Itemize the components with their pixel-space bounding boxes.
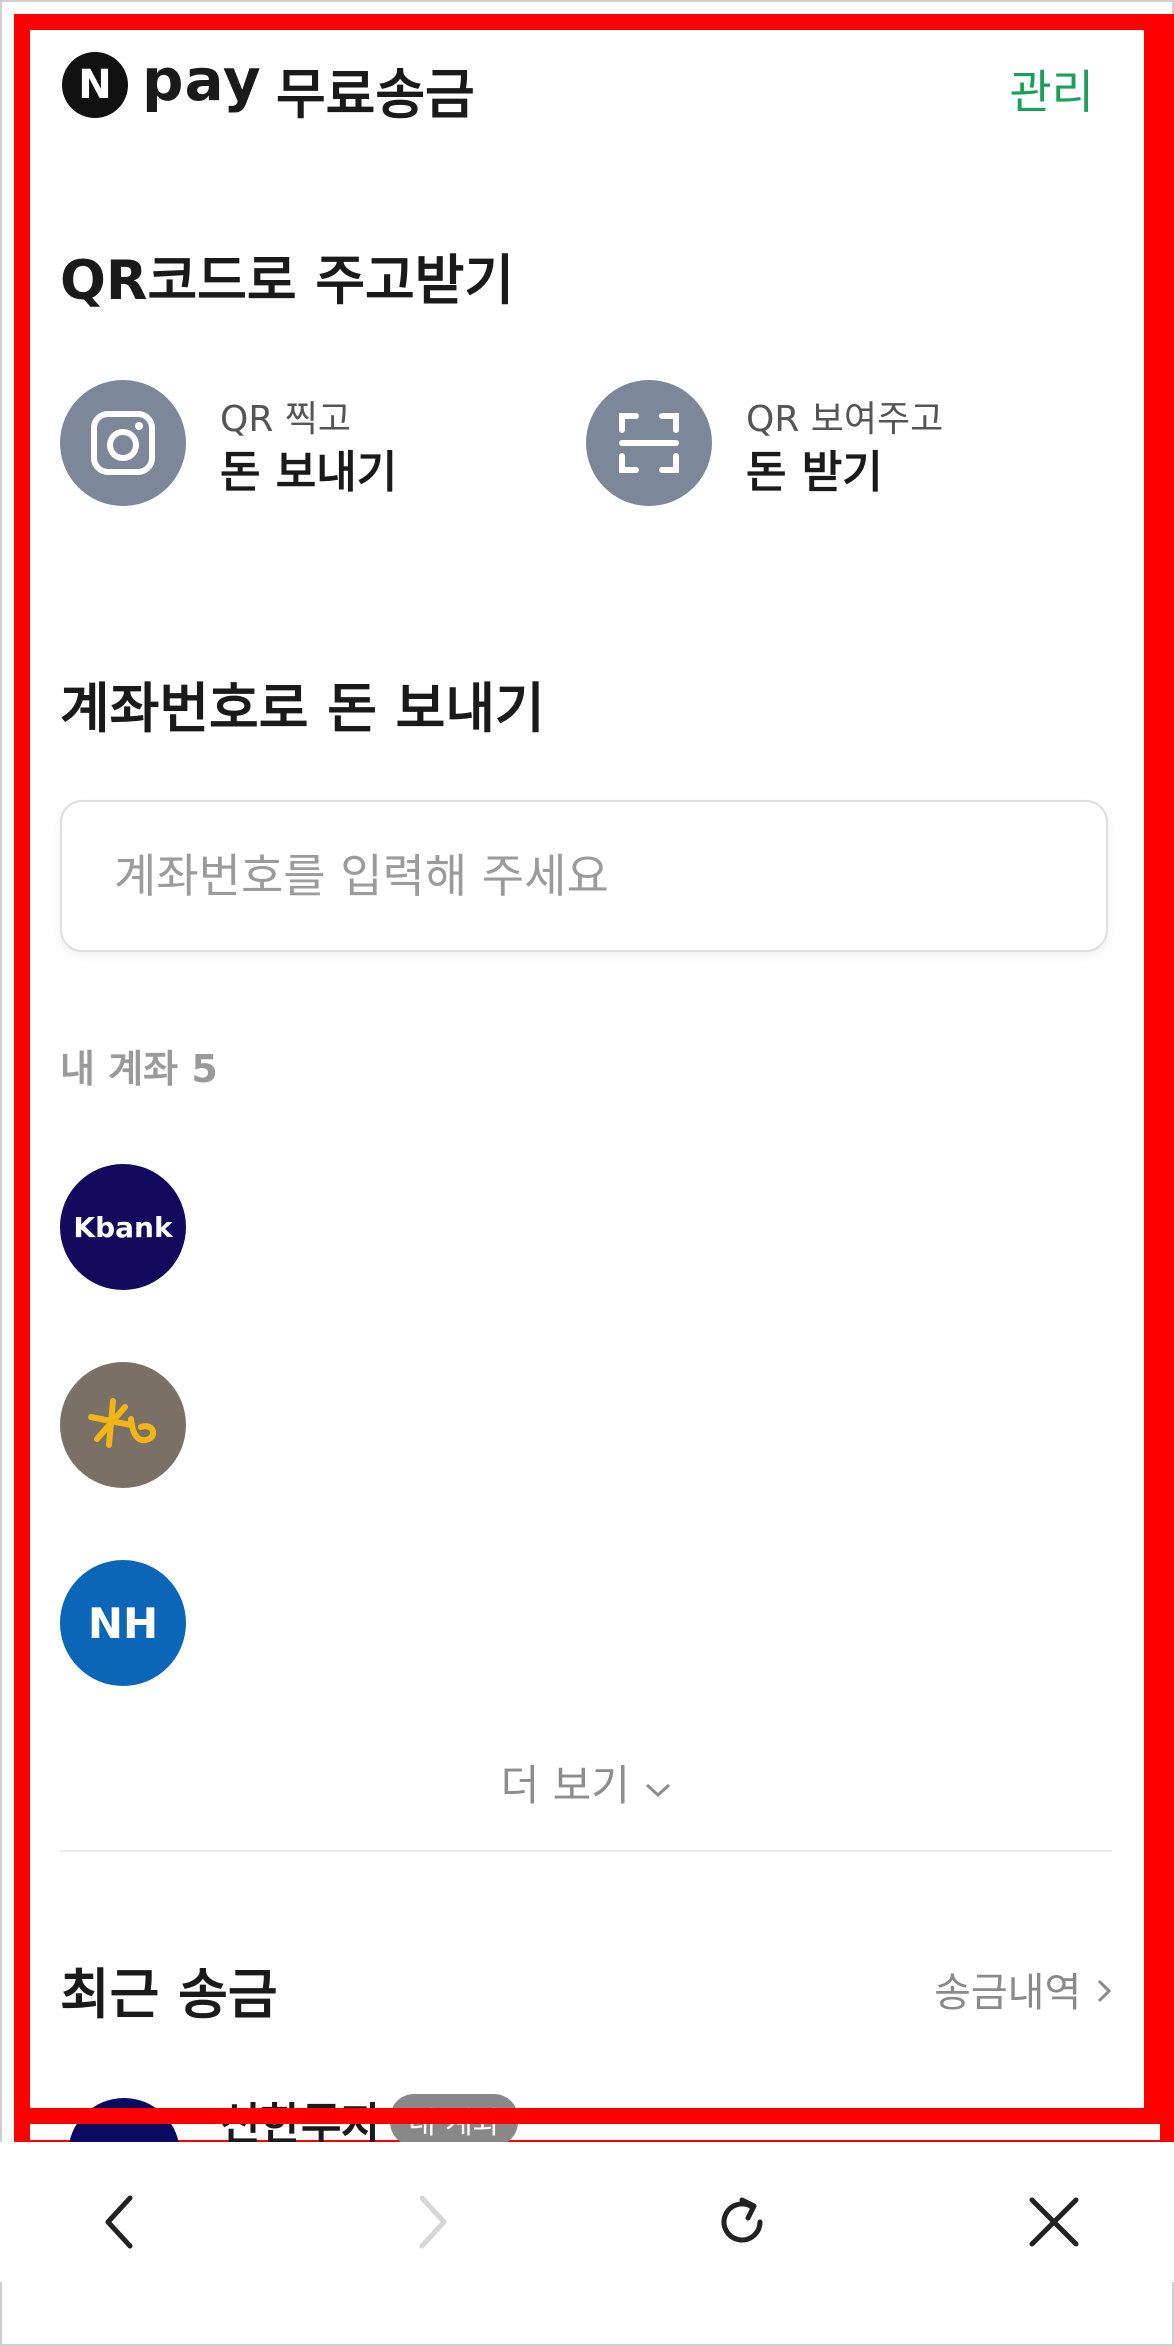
chevron-right-icon bbox=[1097, 1979, 1112, 2003]
recent-section-title: 최근 송금 bbox=[60, 1963, 278, 2026]
kb-bank-logo[interactable] bbox=[60, 1362, 186, 1488]
qr-receive-label: 돈 받기 bbox=[746, 447, 883, 498]
frame-right-edge bbox=[1144, 14, 1160, 2124]
qr-receive-subtitle: QR 보여주고 bbox=[746, 399, 944, 440]
refresh-icon bbox=[721, 2197, 763, 2243]
transfer-history-label: 송금내역 bbox=[934, 1970, 1082, 2016]
back-button[interactable] bbox=[80, 2182, 160, 2262]
qr-send-button[interactable]: QR 찍고 돈 보내기 bbox=[60, 380, 540, 506]
scan-frame-icon bbox=[586, 380, 712, 506]
camera-icon bbox=[60, 380, 186, 506]
account-number-input[interactable] bbox=[60, 800, 1108, 952]
refresh-button[interactable] bbox=[702, 2182, 782, 2262]
nh-logo-text: NH bbox=[87, 1598, 159, 1648]
kb-star-icon bbox=[88, 1398, 157, 1448]
close-icon bbox=[1029, 2197, 1079, 2247]
frame-top-edge bbox=[14, 14, 1160, 30]
qr-send-subtitle: QR 찍고 bbox=[220, 399, 352, 440]
app-header: N pay 무료송금 관리 bbox=[48, 44, 1110, 126]
chevron-right-icon bbox=[419, 2195, 447, 2249]
npay-logo-icon: N bbox=[62, 52, 128, 118]
qr-send-label: 돈 보내기 bbox=[220, 447, 398, 498]
kbank-logo[interactable]: Kbank bbox=[60, 1164, 186, 1290]
nh-bank-logo[interactable]: NH bbox=[60, 1560, 186, 1686]
kbank-logo-text: Kbank bbox=[73, 1210, 173, 1244]
transfer-history-link[interactable]: 송금내역 bbox=[934, 1960, 1114, 2018]
my-accounts-label: 내 계좌 5 bbox=[60, 1047, 218, 1091]
forward-button[interactable] bbox=[392, 2182, 472, 2262]
page-title: 무료송금 bbox=[276, 63, 475, 126]
qr-receive-button[interactable]: QR 보여주고 돈 받기 bbox=[586, 380, 1066, 506]
chevron-down-icon bbox=[646, 1783, 671, 1798]
npay-logo-word: pay bbox=[142, 46, 262, 114]
close-button[interactable] bbox=[1014, 2182, 1094, 2262]
manage-button[interactable]: 관리 bbox=[1009, 56, 1094, 122]
chevron-left-icon bbox=[105, 2195, 133, 2249]
browser-nav-bar bbox=[0, 2142, 1174, 2282]
frame-left-edge bbox=[14, 14, 30, 2124]
frame-bottom-edge bbox=[14, 2108, 1174, 2124]
more-button[interactable]: 더 보기 bbox=[0, 1752, 1174, 1813]
account-section-title: 계좌번호로 돈 보내기 bbox=[60, 677, 545, 740]
more-label: 더 보기 bbox=[500, 1761, 630, 1810]
section-divider bbox=[60, 1850, 1112, 1852]
qr-section-title: QR코드로 주고받기 bbox=[60, 249, 515, 312]
